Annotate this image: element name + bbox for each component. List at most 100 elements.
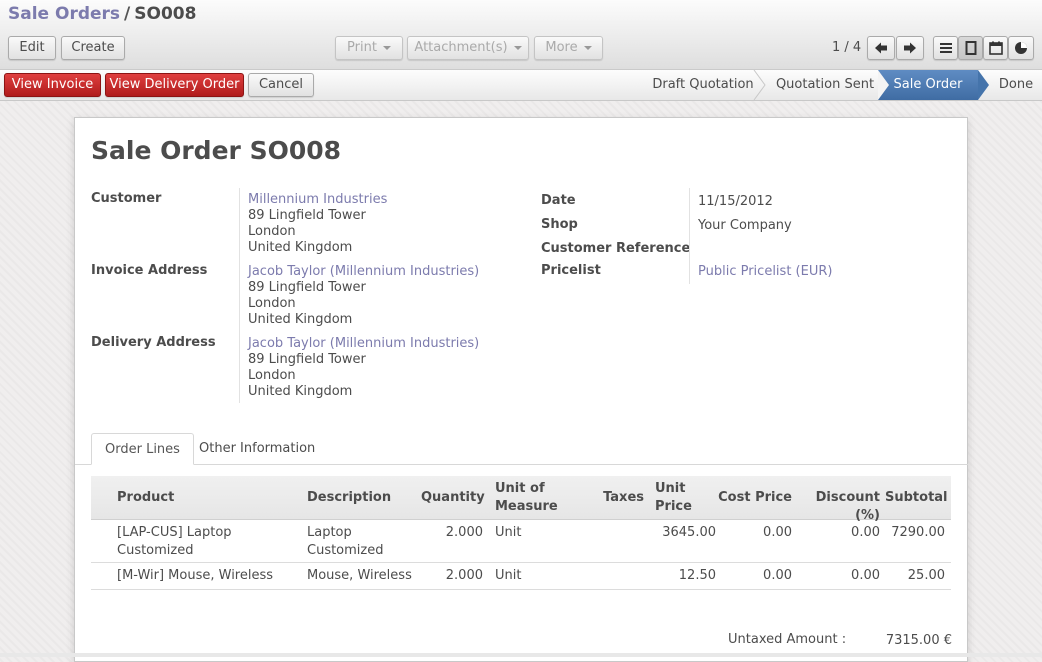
row-cost-price: 0.00 (763, 568, 792, 583)
table-row[interactable]: [LAP-CUS] Laptop Customized Laptop Customi… (91, 520, 951, 563)
control-panel: Sale Orders / SO008 Edit Create Print Atta… (0, 0, 1042, 70)
form-view-button[interactable] (958, 36, 983, 60)
invoice-address-label: Invoice Address (91, 263, 208, 278)
pager-previous-button[interactable] (867, 36, 895, 60)
pricelist-link[interactable]: Public Pricelist (EUR) (698, 264, 832, 280)
row-product: [LAP-CUS] Laptop Customized (117, 524, 232, 560)
stage-quotation-sent[interactable]: Quotation Sent (766, 70, 884, 100)
breadcrumb-separator: / (124, 4, 131, 24)
more-label: More (545, 40, 578, 55)
delivery-address-city: London (248, 368, 296, 383)
print-label: Print (347, 40, 377, 55)
shop-value: Your Company (698, 218, 792, 233)
print-dropdown[interactable]: Print (335, 36, 403, 60)
breadcrumb-current: SO008 (134, 4, 197, 24)
breadcrumb-sale-orders[interactable]: Sale Orders (8, 4, 120, 24)
form-icon (965, 41, 976, 55)
table-row[interactable]: [M-Wir] Mouse, Wireless Mouse, Wireless … (91, 563, 951, 590)
stage-separator-icon (753, 70, 766, 100)
column-subtotal[interactable]: Subtotal (885, 489, 948, 507)
invoice-address-city: London (248, 296, 296, 311)
stage-arrow-tail-icon (878, 70, 889, 100)
list-view-button[interactable] (933, 36, 958, 60)
column-description[interactable]: Description (307, 489, 391, 507)
row-unit-price: 3645.00 (662, 525, 716, 540)
field-divider (239, 188, 240, 403)
graph-view-button[interactable] (1008, 36, 1034, 60)
row-product-line2: Customized (117, 543, 194, 558)
edit-button[interactable]: Edit (8, 36, 56, 60)
column-unit-price-line2: Price (655, 499, 692, 514)
untaxed-amount-value: 7315.00 € (885, 633, 952, 648)
breadcrumb: Sale Orders / SO008 (8, 4, 196, 24)
invoice-address-country: United Kingdom (248, 312, 353, 327)
invoice-address-line: 89 Lingfield Tower (248, 280, 366, 295)
customer-link[interactable]: Millennium Industries (248, 192, 387, 208)
view-invoice-button[interactable]: View Invoice (4, 73, 101, 97)
date-label: Date (541, 193, 576, 208)
column-uom-line2: Measure (495, 499, 558, 514)
column-taxes[interactable]: Taxes (596, 489, 644, 507)
pager-next-button[interactable] (896, 36, 924, 60)
stage-done[interactable]: Done (990, 70, 1042, 100)
more-dropdown[interactable]: More (534, 36, 603, 60)
cancel-button[interactable]: Cancel (248, 73, 314, 97)
delivery-address-line: 89 Lingfield Tower (248, 352, 366, 367)
row-cost-price: 0.00 (763, 525, 792, 540)
row-subtotal: 7290.00 (891, 525, 945, 540)
attachments-dropdown[interactable]: Attachment(s) (407, 36, 529, 60)
chevron-down-icon (583, 45, 592, 50)
row-description-line1: Laptop (307, 525, 352, 540)
customer-address-country: United Kingdom (248, 240, 353, 255)
field-divider (689, 188, 690, 284)
stage-sale-order[interactable]: Sale Order (878, 70, 978, 100)
stage-arrow-head-icon (978, 70, 989, 100)
untaxed-amount-label: Untaxed Amount : (728, 632, 847, 647)
tab-order-lines[interactable]: Order Lines (91, 433, 194, 465)
column-quantity[interactable]: Quantity (421, 489, 485, 507)
date-value: 11/15/2012 (698, 194, 773, 209)
form-sheet: Sale Order SO008 Customer Invoice Addres… (74, 117, 968, 662)
chevron-down-icon (382, 45, 391, 50)
bottom-scroll-edge (0, 653, 1042, 657)
customer-label: Customer (91, 191, 162, 206)
customer-address-line: 89 Lingfield Tower (248, 208, 366, 223)
pricelist-label: Pricelist (541, 263, 601, 278)
column-product[interactable]: Product (117, 489, 174, 507)
column-unit-price-line1: Unit (655, 481, 686, 496)
tab-other-information[interactable]: Other Information (186, 433, 328, 465)
row-product: [M-Wir] Mouse, Wireless (117, 568, 274, 583)
page-title: Sale Order SO008 (91, 136, 342, 165)
customer-reference-label: Customer Reference (541, 241, 691, 256)
row-uom: Unit (495, 568, 522, 583)
pie-chart-icon (1015, 42, 1027, 54)
customer-address-city: London (248, 224, 296, 239)
row-description: Laptop Customized (307, 524, 384, 560)
delivery-address-country: United Kingdom (248, 384, 353, 399)
status-bar: View Invoice View Delivery Order Cancel … (0, 70, 1042, 101)
create-button[interactable]: Create (61, 36, 125, 60)
column-unit-price[interactable]: Unit Price (655, 480, 692, 516)
calendar-view-button[interactable] (983, 36, 1008, 60)
invoice-address-link[interactable]: Jacob Taylor (Millennium Industries) (248, 264, 479, 280)
shop-label: Shop (541, 217, 578, 232)
row-discount: 0.00 (851, 568, 880, 583)
column-cost-price[interactable]: Cost Price (717, 489, 792, 507)
row-uom: Unit (495, 525, 522, 540)
delivery-address-label: Delivery Address (91, 335, 216, 350)
list-icon (939, 43, 952, 53)
column-uom-line1: Unit of (495, 481, 545, 496)
arrow-right-icon (904, 42, 916, 54)
row-subtotal: 25.00 (907, 568, 945, 583)
view-delivery-order-button[interactable]: View Delivery Order (105, 73, 244, 97)
order-lines-header: Product Description Quantity Unit of Meas… (91, 476, 951, 523)
attachments-label: Attachment(s) (414, 40, 508, 55)
stage-draft-quotation[interactable]: Draft Quotation (648, 70, 758, 100)
row-product-line1: [LAP-CUS] Laptop (117, 525, 232, 540)
row-quantity: 2.000 (445, 525, 483, 540)
row-quantity: 2.000 (445, 568, 483, 583)
column-unit-of-measure[interactable]: Unit of Measure (495, 480, 558, 516)
pager-counter: 1 / 4 (832, 40, 862, 55)
calendar-icon (988, 41, 1003, 55)
delivery-address-link[interactable]: Jacob Taylor (Millennium Industries) (248, 336, 479, 352)
